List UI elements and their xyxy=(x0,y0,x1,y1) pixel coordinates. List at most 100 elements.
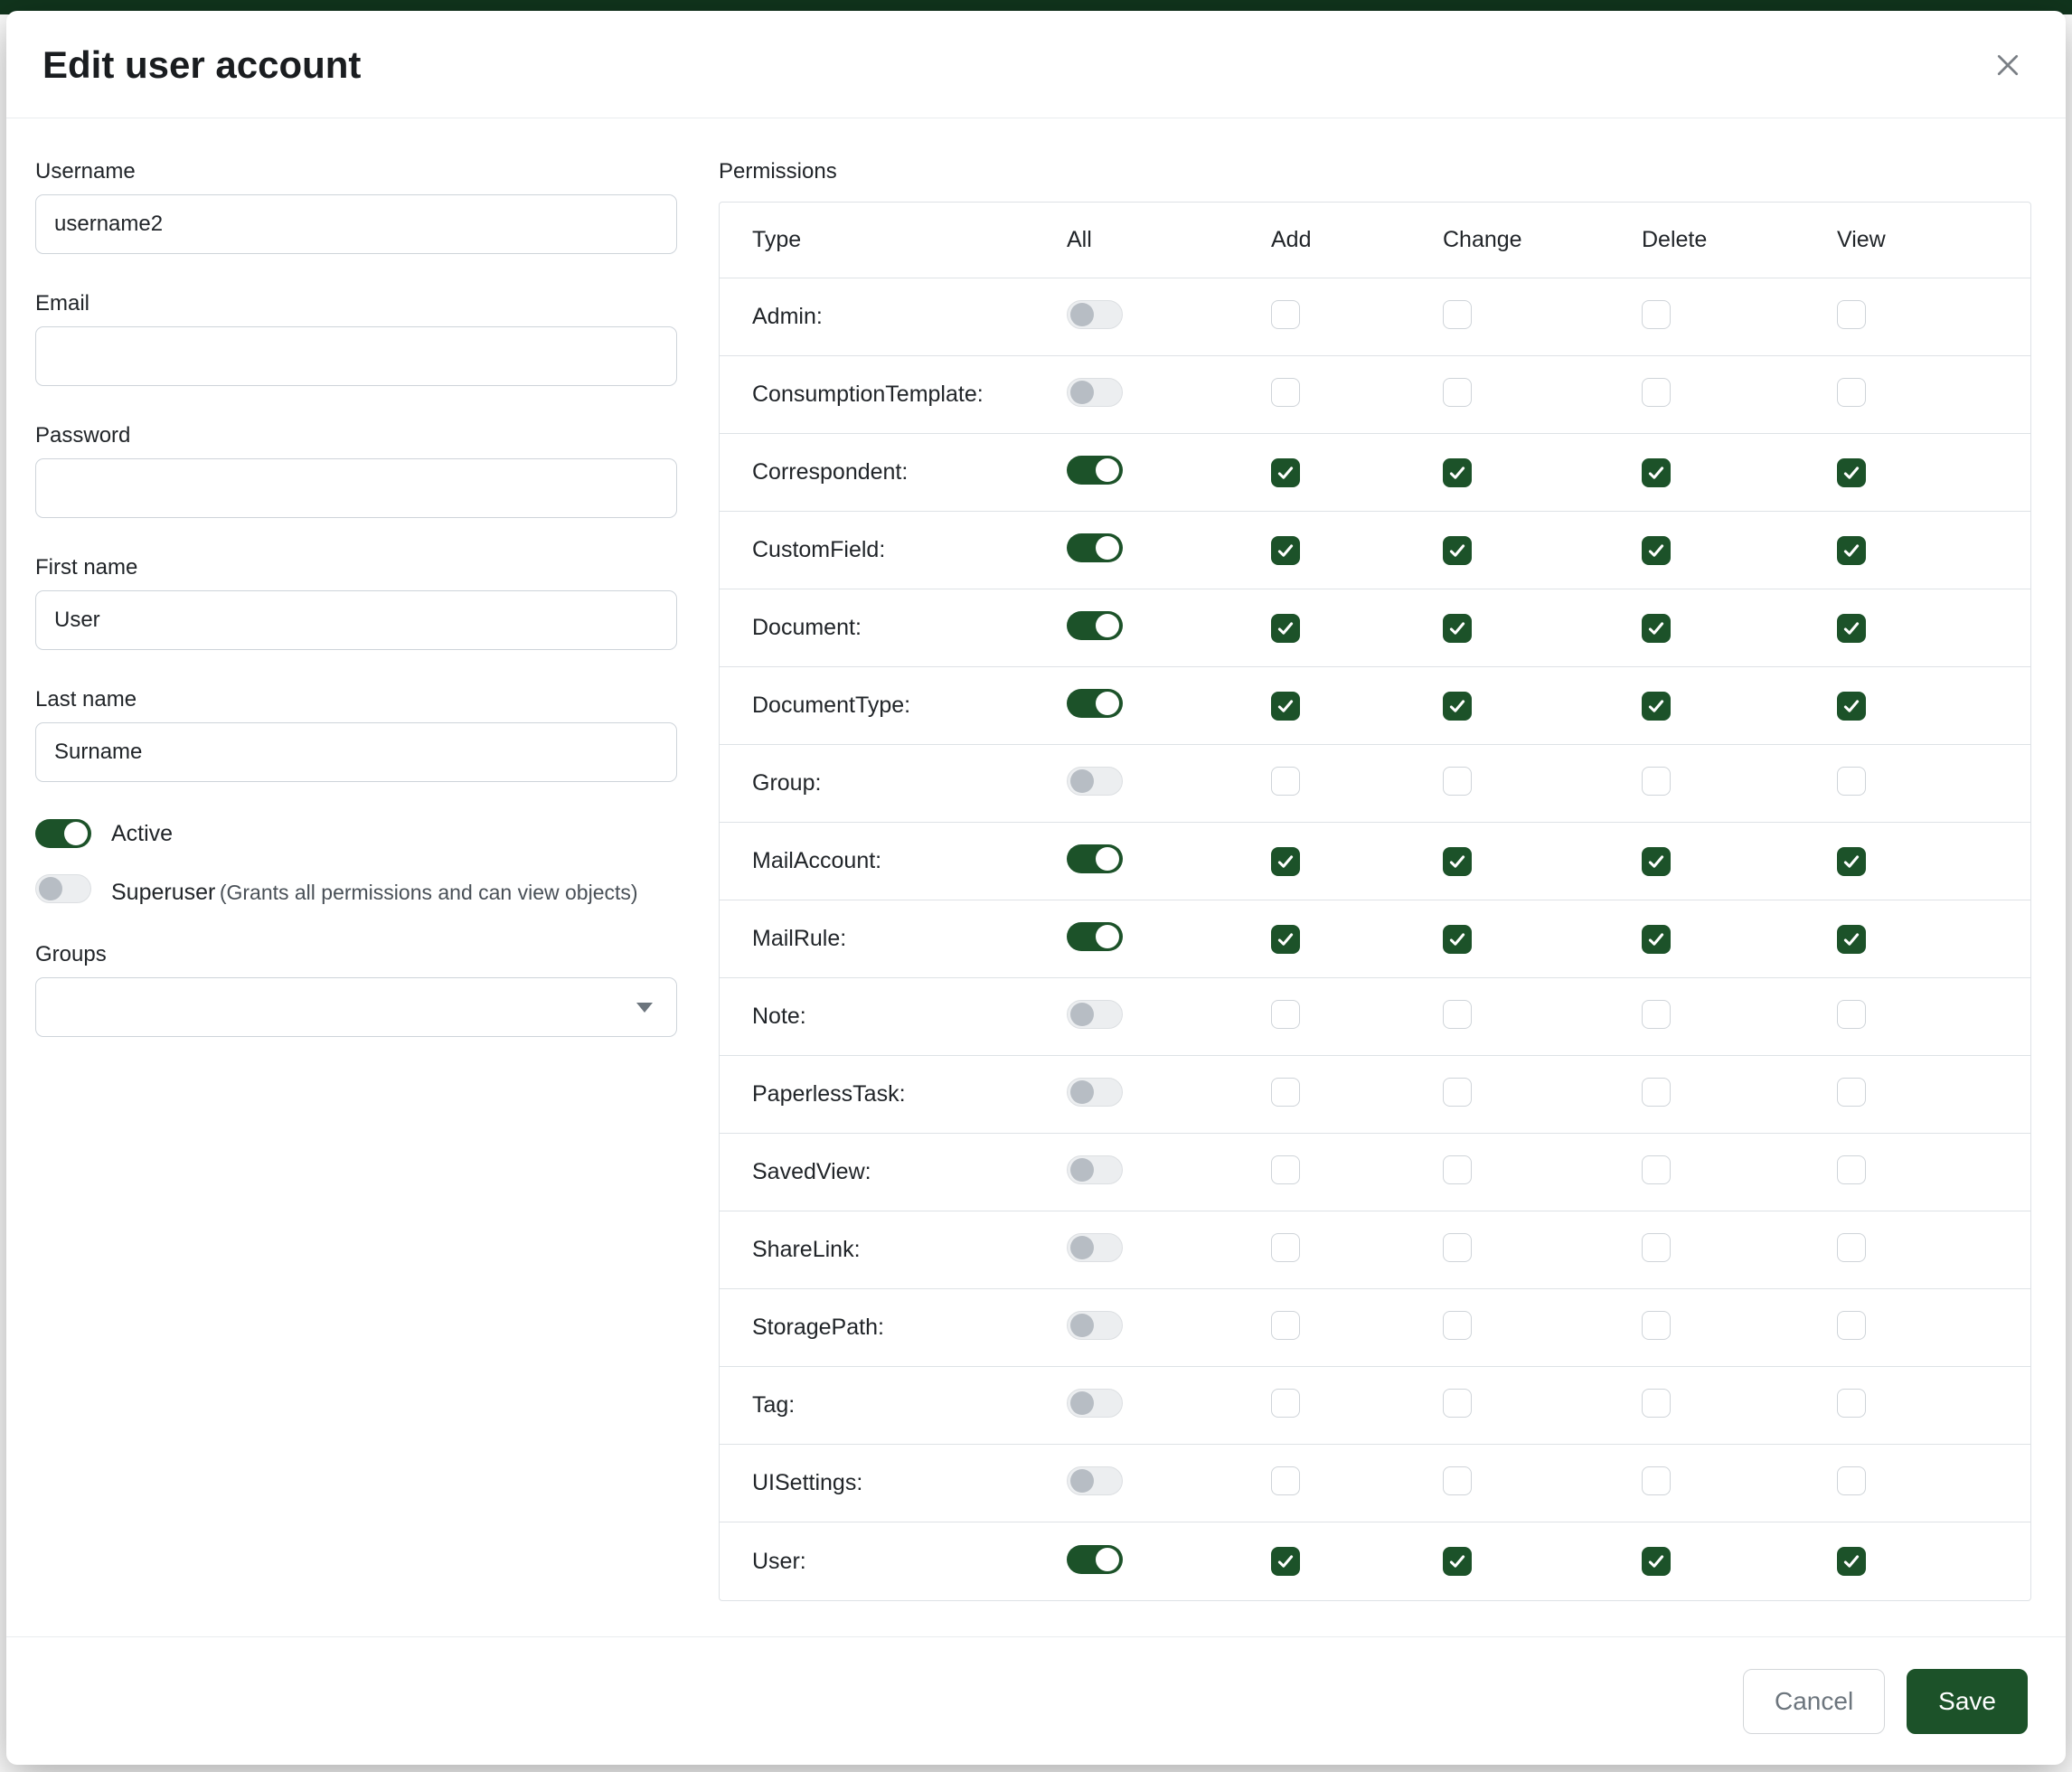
permission-change-checkbox[interactable] xyxy=(1443,1078,1472,1107)
permission-change-checkbox[interactable] xyxy=(1443,1547,1472,1576)
permission-change-checkbox[interactable] xyxy=(1443,1000,1472,1029)
permission-all-toggle[interactable] xyxy=(1067,1233,1123,1262)
permission-add-checkbox[interactable] xyxy=(1271,1389,1300,1418)
permission-delete-checkbox[interactable] xyxy=(1642,1078,1671,1107)
permission-view-checkbox[interactable] xyxy=(1837,1233,1866,1262)
permission-add-checkbox[interactable] xyxy=(1271,767,1300,796)
permission-add-checkbox[interactable] xyxy=(1271,1078,1300,1107)
permission-delete-checkbox[interactable] xyxy=(1642,458,1671,487)
permission-all-toggle[interactable] xyxy=(1067,922,1123,951)
password-field[interactable] xyxy=(35,458,677,518)
permission-all-toggle[interactable] xyxy=(1067,300,1123,329)
permission-view-checkbox[interactable] xyxy=(1837,536,1866,565)
permission-delete-checkbox[interactable] xyxy=(1642,1233,1671,1262)
permission-delete-checkbox[interactable] xyxy=(1642,1547,1671,1576)
permission-add-checkbox[interactable] xyxy=(1271,614,1300,643)
permission-delete-checkbox[interactable] xyxy=(1642,1000,1671,1029)
permission-delete-checkbox[interactable] xyxy=(1642,925,1671,954)
permission-add-checkbox[interactable] xyxy=(1271,378,1300,407)
permission-delete-checkbox[interactable] xyxy=(1642,767,1671,796)
permission-delete-cell xyxy=(1620,767,1815,800)
permission-change-checkbox[interactable] xyxy=(1443,925,1472,954)
email-field[interactable] xyxy=(35,326,677,386)
permission-add-checkbox[interactable] xyxy=(1271,1233,1300,1262)
permission-delete-checkbox[interactable] xyxy=(1642,1466,1671,1495)
permission-all-toggle[interactable] xyxy=(1067,1000,1123,1029)
permission-view-checkbox[interactable] xyxy=(1837,1155,1866,1184)
permission-add-checkbox[interactable] xyxy=(1271,1155,1300,1184)
permission-add-checkbox[interactable] xyxy=(1271,458,1300,487)
permission-all-toggle[interactable] xyxy=(1067,1389,1123,1418)
permission-all-toggle[interactable] xyxy=(1067,456,1123,485)
permission-add-checkbox[interactable] xyxy=(1271,847,1300,876)
permission-delete-checkbox[interactable] xyxy=(1642,1311,1671,1340)
permission-change-checkbox[interactable] xyxy=(1443,692,1472,721)
active-toggle[interactable] xyxy=(35,819,91,848)
permission-add-checkbox[interactable] xyxy=(1271,692,1300,721)
permission-view-checkbox[interactable] xyxy=(1837,378,1866,407)
cancel-button[interactable]: Cancel xyxy=(1743,1669,1885,1734)
permission-delete-checkbox[interactable] xyxy=(1642,1389,1671,1418)
permission-change-checkbox[interactable] xyxy=(1443,536,1472,565)
last-name-input[interactable] xyxy=(35,722,677,782)
permission-all-toggle[interactable] xyxy=(1067,1155,1123,1184)
permission-view-checkbox[interactable] xyxy=(1837,1466,1866,1495)
permission-view-checkbox[interactable] xyxy=(1837,1389,1866,1418)
permission-view-checkbox[interactable] xyxy=(1837,847,1866,876)
permission-all-toggle[interactable] xyxy=(1067,689,1123,718)
permission-all-toggle[interactable] xyxy=(1067,1466,1123,1495)
permission-add-checkbox[interactable] xyxy=(1271,1311,1300,1340)
permission-change-checkbox[interactable] xyxy=(1443,767,1472,796)
permission-delete-checkbox[interactable] xyxy=(1642,300,1671,329)
permission-all-toggle[interactable] xyxy=(1067,1545,1123,1574)
permission-change-checkbox[interactable] xyxy=(1443,1233,1472,1262)
permission-view-checkbox[interactable] xyxy=(1837,1311,1866,1340)
first-name-input[interactable] xyxy=(35,590,677,650)
save-button[interactable]: Save xyxy=(1907,1669,2028,1734)
permission-view-checkbox[interactable] xyxy=(1837,1000,1866,1029)
permission-view-checkbox[interactable] xyxy=(1837,458,1866,487)
permission-delete-checkbox[interactable] xyxy=(1642,692,1671,721)
permission-add-checkbox[interactable] xyxy=(1271,536,1300,565)
groups-select[interactable] xyxy=(35,977,677,1037)
permission-view-checkbox[interactable] xyxy=(1837,614,1866,643)
permission-delete-checkbox[interactable] xyxy=(1642,847,1671,876)
first-name-group: First name xyxy=(35,554,677,650)
permission-all-toggle[interactable] xyxy=(1067,611,1123,640)
permission-view-checkbox[interactable] xyxy=(1837,925,1866,954)
permission-change-checkbox[interactable] xyxy=(1443,378,1472,407)
username-input[interactable] xyxy=(35,194,677,254)
permission-all-toggle[interactable] xyxy=(1067,844,1123,873)
permission-delete-checkbox[interactable] xyxy=(1642,378,1671,407)
permission-add-checkbox[interactable] xyxy=(1271,925,1300,954)
permission-change-checkbox[interactable] xyxy=(1443,300,1472,329)
permission-all-toggle[interactable] xyxy=(1067,1311,1123,1340)
permission-all-toggle[interactable] xyxy=(1067,767,1123,796)
permission-all-toggle[interactable] xyxy=(1067,1078,1123,1107)
permission-change-checkbox[interactable] xyxy=(1443,1155,1472,1184)
permission-change-checkbox[interactable] xyxy=(1443,458,1472,487)
permission-delete-checkbox[interactable] xyxy=(1642,1155,1671,1184)
permission-view-checkbox[interactable] xyxy=(1837,1547,1866,1576)
permission-change-checkbox[interactable] xyxy=(1443,1311,1472,1340)
permission-view-checkbox[interactable] xyxy=(1837,1078,1866,1107)
permission-add-checkbox[interactable] xyxy=(1271,1547,1300,1576)
superuser-toggle[interactable] xyxy=(35,874,91,903)
permission-change-checkbox[interactable] xyxy=(1443,1466,1472,1495)
permission-view-checkbox[interactable] xyxy=(1837,767,1866,796)
permission-add-checkbox[interactable] xyxy=(1271,1466,1300,1495)
permission-delete-checkbox[interactable] xyxy=(1642,536,1671,565)
permission-view-checkbox[interactable] xyxy=(1837,692,1866,721)
permission-delete-checkbox[interactable] xyxy=(1642,614,1671,643)
permission-view-cell xyxy=(1815,458,2030,487)
permission-all-toggle[interactable] xyxy=(1067,378,1123,407)
permission-change-checkbox[interactable] xyxy=(1443,614,1472,643)
permission-add-checkbox[interactable] xyxy=(1271,1000,1300,1029)
permission-change-checkbox[interactable] xyxy=(1443,847,1472,876)
close-button[interactable] xyxy=(1986,43,2030,87)
permission-add-checkbox[interactable] xyxy=(1271,300,1300,329)
permission-all-toggle[interactable] xyxy=(1067,533,1123,562)
permission-change-checkbox[interactable] xyxy=(1443,1389,1472,1418)
table-row: Group: xyxy=(720,745,2030,823)
permission-view-checkbox[interactable] xyxy=(1837,300,1866,329)
